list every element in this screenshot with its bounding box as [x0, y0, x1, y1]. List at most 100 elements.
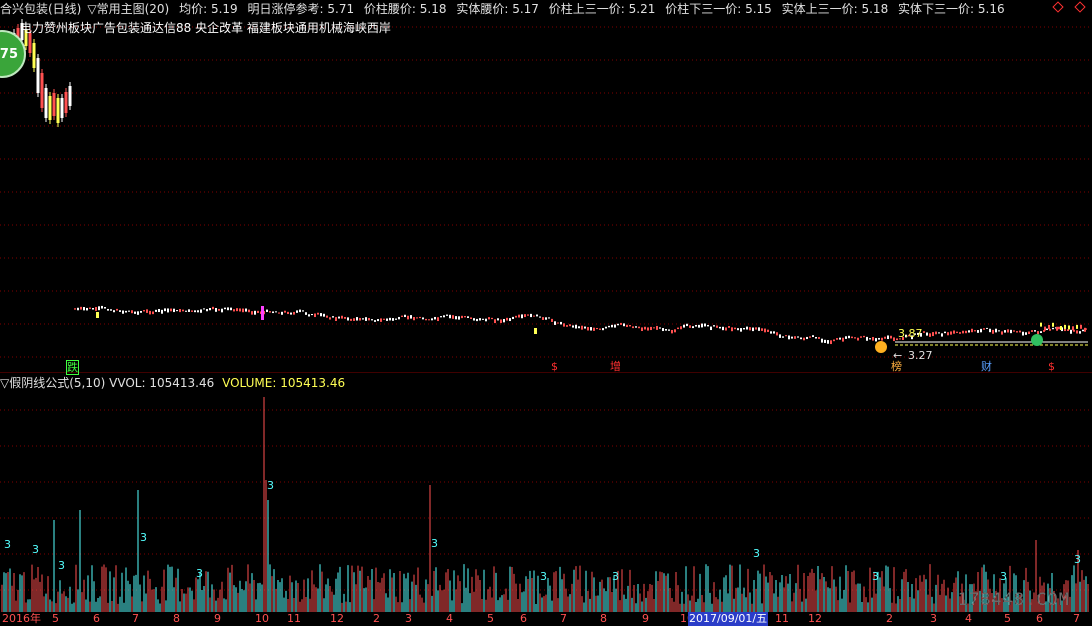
candle-body	[92, 308, 94, 310]
candle-body	[575, 324, 577, 329]
candle-body	[122, 310, 124, 314]
candle-body	[194, 310, 196, 313]
candle-body	[1064, 324, 1066, 329]
candle-body	[113, 310, 115, 313]
candle-body	[419, 316, 421, 319]
candle-body	[185, 310, 187, 312]
candle-body	[869, 338, 871, 340]
date-tick-label: 9	[642, 612, 649, 625]
candle-body	[428, 319, 430, 321]
volume-marker-label: 3	[32, 543, 39, 556]
event-marker-dollar[interactable]: $	[551, 360, 558, 373]
candle-body	[518, 314, 520, 318]
candle-body	[965, 330, 967, 334]
candle-body	[1082, 329, 1084, 332]
candle-body	[1079, 331, 1081, 334]
date-tick-label: 5	[1004, 612, 1011, 625]
candle-body	[95, 306, 97, 311]
event-marker-drop[interactable]: 跌	[66, 360, 79, 375]
bar-waist-value: 5.18	[419, 2, 447, 16]
candle-body	[746, 326, 748, 330]
candle-body	[425, 318, 427, 321]
candle-body	[329, 317, 331, 320]
candle-body	[125, 310, 127, 313]
bar-lower-third-value: 5.15	[745, 2, 772, 16]
candle-body	[1060, 325, 1062, 330]
volume-marker-label: 3	[267, 479, 274, 492]
candle-body	[1070, 329, 1072, 334]
candle-body	[48, 96, 52, 120]
candle-body	[455, 316, 457, 320]
candle-body	[464, 316, 466, 318]
candle-body	[503, 318, 505, 323]
candle-body	[389, 317, 391, 321]
candle-body	[758, 327, 760, 331]
candle-body	[557, 322, 559, 324]
candle-body	[683, 324, 685, 328]
volume-chart[interactable]: 3 3 3 3 3 3 3 3 3 3 3 3 3	[0, 390, 1092, 612]
candle-body	[254, 310, 256, 315]
candle-body	[347, 317, 349, 321]
candle-body	[158, 308, 160, 313]
stock-title[interactable]: 合兴包装(日线)	[0, 2, 81, 16]
candle-body	[704, 323, 706, 327]
candle-body	[143, 310, 145, 312]
price-chart[interactable]	[0, 18, 1092, 373]
volume-marker-label: 3	[540, 570, 547, 583]
candle-body	[215, 308, 217, 312]
candle-body	[401, 315, 403, 317]
candle-body	[512, 316, 514, 320]
candle-body	[119, 310, 121, 312]
candle-body	[827, 340, 829, 344]
candle-body	[587, 327, 589, 331]
candle-body	[1080, 324, 1082, 329]
event-marker-dollar-2[interactable]: $	[1048, 360, 1055, 373]
candle-body	[281, 311, 283, 315]
candle-body	[674, 329, 676, 333]
candle-body	[60, 98, 64, 118]
candle-body	[932, 332, 934, 337]
candle-body	[287, 311, 289, 315]
candle-body	[725, 327, 727, 331]
vvol-value: 105413.46	[149, 376, 215, 390]
candle-body	[818, 337, 820, 339]
candle-body	[971, 328, 973, 333]
candle-body	[926, 332, 928, 336]
candle-body	[284, 310, 286, 313]
event-marker-rank[interactable]: 榜	[891, 360, 902, 373]
candle-body	[398, 316, 400, 320]
candle-body	[242, 308, 244, 313]
candle-body	[68, 86, 72, 106]
candle-body	[261, 306, 264, 320]
avg-price-label: 均价:	[179, 2, 208, 16]
volume-marker-label: 3	[140, 531, 147, 544]
candle-body	[1004, 330, 1006, 333]
candle-body	[872, 336, 874, 341]
candle-body	[953, 330, 955, 334]
candle-body	[923, 331, 925, 333]
candle-body	[851, 336, 853, 339]
concept-tags[interactable]: 电力赞州板块广告包装通达信88 央企改革 福建板块通用机械海峡西岸	[20, 19, 391, 36]
candle-body	[107, 308, 109, 311]
volume-indicator-menu[interactable]: ▽假阴线公式(5,10)	[0, 376, 105, 390]
candle-body	[269, 311, 271, 313]
date-tick-label: 4	[446, 612, 453, 625]
candle-body	[554, 321, 556, 325]
candle-body	[374, 320, 376, 322]
main-indicator-menu[interactable]: ▽常用主图(20)	[87, 2, 169, 16]
candle-body	[653, 327, 655, 329]
candle-body	[533, 315, 535, 317]
bar-lower-third-label: 价柱下三一价:	[665, 2, 742, 16]
candle-body	[467, 316, 469, 318]
candle-body	[470, 317, 472, 320]
candle-body	[671, 329, 673, 334]
event-marker-finance[interactable]: 财	[981, 360, 992, 373]
candle-body	[638, 326, 640, 329]
candle-body	[473, 318, 475, 321]
candle-body	[548, 317, 550, 319]
date-tick-label: 12	[330, 612, 344, 625]
body-lower-third-value: 5.16	[977, 2, 1005, 16]
date-tick-label: 8	[600, 612, 607, 625]
event-marker-increase[interactable]: 增	[610, 360, 621, 373]
volume-value: 105413.46	[280, 376, 346, 390]
